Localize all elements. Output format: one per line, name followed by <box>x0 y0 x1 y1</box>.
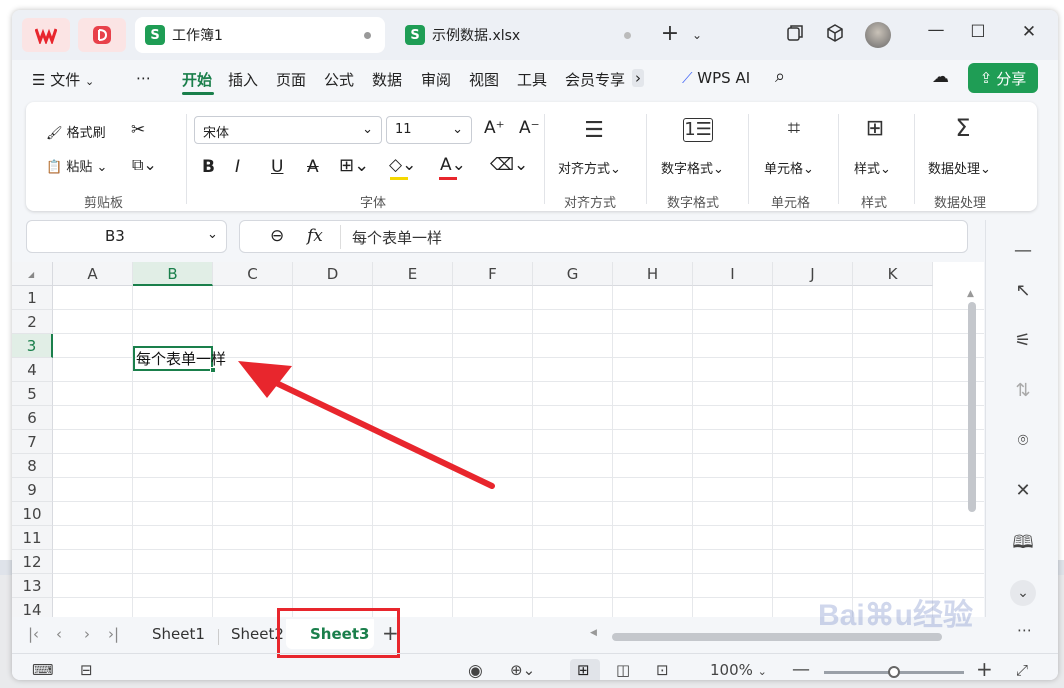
normal-view-icon: ⊞ <box>577 661 590 679</box>
reading-view-icon[interactable]: ⊡ <box>656 661 669 679</box>
zoom-value: 100% <box>710 661 753 679</box>
focus-mode-icon[interactable]: ⊕⌄ <box>510 661 535 679</box>
baidu-watermark: Bai⌘u经验 <box>818 599 974 632</box>
sheet-first-icon[interactable]: |‹ <box>28 625 39 643</box>
wps-spreadsheet-window: S 工作簿1 S 示例数据.xlsx + ⌄ — ☐ ✕ ☰ 文件 ⌄ ⋯ 开始… <box>12 10 1058 680</box>
eye-protection-icon[interactable]: ◉ <box>468 661 483 680</box>
sidebar-toggle-icon[interactable]: ⊟ <box>80 661 93 679</box>
divider <box>218 629 219 645</box>
more-sheets-icon[interactable]: ⋯ <box>1017 621 1032 639</box>
zoom-in-icon[interactable]: + <box>976 657 993 680</box>
macro-icon[interactable]: ⌨ <box>32 661 54 679</box>
sheet-tab-1[interactable]: Sheet1 <box>152 625 205 643</box>
page-break-view-icon[interactable]: ◫ <box>616 661 630 679</box>
zoom-slider-handle[interactable] <box>888 666 900 678</box>
zoom-out-icon[interactable]: — <box>792 659 810 680</box>
zoom-level[interactable]: 100% ⌄ <box>710 661 767 679</box>
annotation-arrow <box>238 361 495 489</box>
sheet-last-icon[interactable]: ›| <box>108 625 119 643</box>
add-sheet-icon[interactable]: + <box>382 621 399 645</box>
fullscreen-icon[interactable]: ⤢ <box>1016 661 1028 679</box>
horizontal-scrollbar[interactable] <box>612 633 942 641</box>
normal-view-button[interactable]: ⊞ <box>570 659 600 680</box>
scroll-left-icon[interactable]: ◀ <box>590 628 597 638</box>
sheet-prev-icon[interactable]: ‹ <box>56 625 62 643</box>
sheet-tab-2[interactable]: Sheet2 <box>231 625 284 643</box>
sheet-next-icon[interactable]: › <box>84 625 90 643</box>
divider <box>12 653 1058 654</box>
